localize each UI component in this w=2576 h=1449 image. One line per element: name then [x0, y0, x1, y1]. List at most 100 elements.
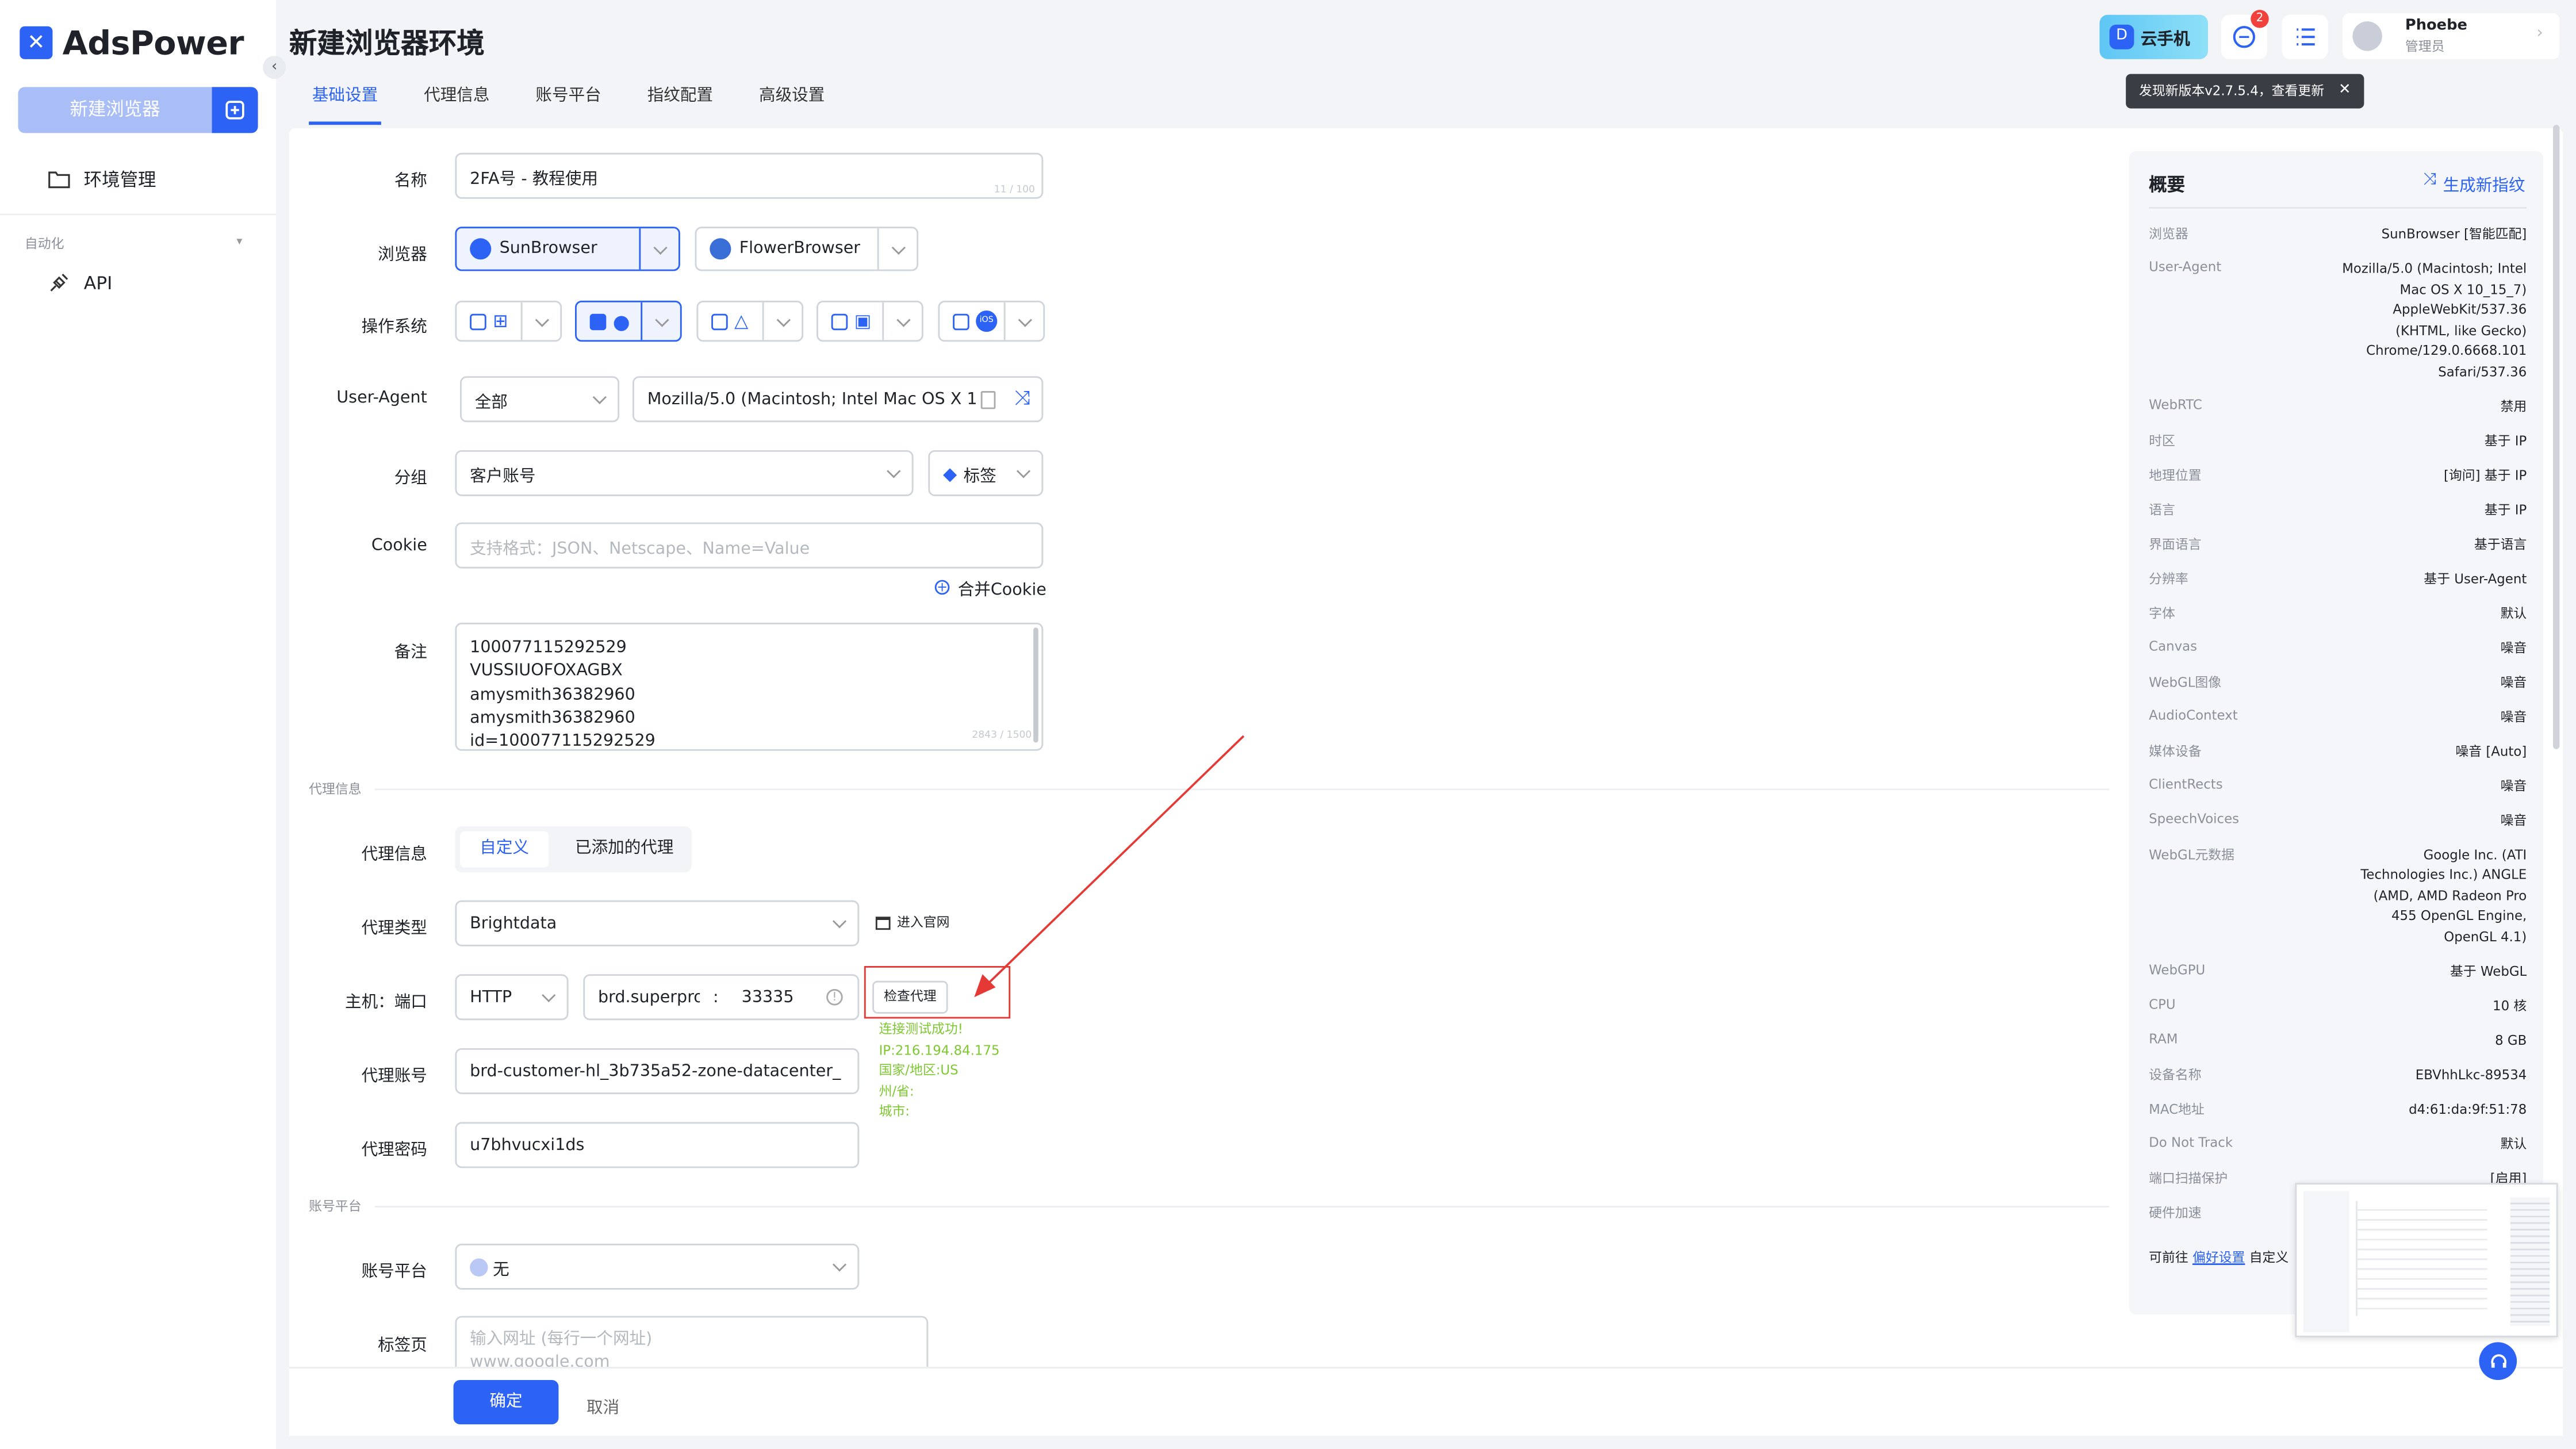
sync-button[interactable]: 2 — [2221, 10, 2269, 59]
os-dropdown[interactable] — [1003, 302, 1044, 340]
proxy-type-value: Brightdata — [470, 914, 557, 933]
summary-value: 8 GB — [2495, 1032, 2527, 1048]
adspower-logo-icon: ✕ — [20, 26, 53, 59]
close-icon[interactable]: ✕ — [2339, 74, 2351, 109]
preference-settings-link[interactable]: 偏好设置 — [2192, 1250, 2245, 1265]
host-port-separator: : — [713, 988, 719, 1006]
remark-textarea[interactable]: 100077115292529 VUSSIUOFOXAGBX amysmith3… — [455, 622, 1044, 751]
external-window-icon — [875, 915, 891, 929]
os-option-android[interactable]: ▣ — [816, 300, 923, 342]
result-line: 国家/地区:US — [879, 1063, 959, 1078]
summary-key: AudioContext — [2149, 707, 2238, 722]
scrollbar[interactable] — [1033, 627, 1038, 743]
os-option-ios[interactable]: iOS — [938, 300, 1045, 342]
name-input[interactable]: 2FA号 - 教程使用 11 / 100 — [455, 152, 1044, 199]
regenerate-fingerprint-button[interactable]: ⤨ 生成新指纹 — [2423, 171, 2525, 195]
checkbox[interactable] — [953, 313, 969, 329]
summary-key: Do Not Track — [2149, 1134, 2233, 1149]
sidebar-item-env-manage[interactable]: 环境管理 — [48, 166, 156, 193]
tab-basic[interactable]: 基础设置 — [289, 72, 401, 125]
sidebar-section-automation[interactable]: 自动化 — [25, 235, 64, 253]
os-option-linux[interactable]: △ — [696, 300, 804, 342]
os-dropdown[interactable] — [762, 302, 802, 340]
tab-added-proxy[interactable]: 已添加的代理 — [560, 831, 688, 868]
checkbox[interactable] — [711, 313, 728, 329]
proxy-type-select[interactable]: Brightdata — [455, 900, 860, 946]
summary-key: 语言 — [2149, 501, 2175, 517]
proxy-account-input[interactable]: brd-customer-hl_3b735a52-zone-datacenter… — [455, 1048, 860, 1094]
summary-value: 噪音 — [2500, 777, 2527, 793]
task-list-button[interactable] — [2282, 14, 2328, 59]
summary-key: WebGL图像 — [2149, 674, 2222, 689]
tab-platform[interactable]: 账号平台 — [512, 72, 624, 122]
os-label: 操作系统 — [361, 319, 427, 337]
shuffle-icon[interactable]: ⤨ — [1014, 386, 1030, 411]
tab-fingerprint[interactable]: 指纹配置 — [624, 72, 736, 122]
screen-thumbnail[interactable] — [2295, 1183, 2558, 1337]
add-icon[interactable] — [212, 87, 258, 133]
tab-advanced[interactable]: 高级设置 — [736, 72, 848, 122]
proxy-password-label: 代理密码 — [361, 1141, 427, 1160]
protocol-value: HTTP — [470, 988, 512, 1006]
summary-key: 界面语言 — [2149, 536, 2202, 551]
os-dropdown[interactable] — [641, 302, 680, 340]
sunbrowser-icon — [470, 238, 492, 260]
tag-button[interactable]: ◆ 标签 — [928, 450, 1044, 496]
customer-support-button[interactable] — [2479, 1342, 2517, 1380]
platform-select[interactable]: 无 — [455, 1243, 860, 1290]
summary-value: 噪音 — [2500, 812, 2527, 827]
tab-custom-proxy[interactable]: 自定义 — [460, 831, 549, 868]
collapse-sidebar-icon[interactable]: ‹ — [263, 56, 286, 79]
user-role: 管理员 — [2405, 39, 2445, 55]
summary-value: 基于 IP — [2484, 432, 2527, 448]
browser-option-flowerbrowser[interactable]: FlowerBrowser — [695, 227, 919, 271]
copy-icon[interactable] — [980, 391, 996, 409]
proxy-mode-switch: 自定义 已添加的代理 — [455, 826, 692, 873]
checkbox[interactable] — [831, 313, 848, 329]
apple-icon: ● — [612, 309, 630, 333]
os-option-macos[interactable]: ● — [575, 300, 682, 342]
cookie-input[interactable]: 支持格式：JSON、Netscape、Name=Value — [455, 522, 1044, 569]
hint-prefix: 可前往 — [2149, 1250, 2188, 1265]
os-option-windows[interactable]: ⊞ — [455, 300, 562, 342]
browser-version-dropdown[interactable] — [639, 228, 678, 270]
checkbox[interactable] — [470, 313, 486, 329]
ua-filter-select[interactable]: 全部 — [460, 376, 620, 423]
tab-bar: 基础设置 代理信息 账号平台 指纹配置 高级设置 — [289, 72, 848, 125]
user-menu[interactable]: Phoebe 管理员 › — [2343, 13, 2560, 59]
result-line: IP:216.194.84.175 — [879, 1042, 1000, 1057]
merge-cookie-button[interactable]: + 合并Cookie — [934, 575, 1046, 600]
protocol-select[interactable]: HTTP — [455, 974, 569, 1021]
host-port-input[interactable]: brd.superpro : 33335 ! — [583, 974, 860, 1021]
summary-key: 设备名称 — [2149, 1067, 2202, 1082]
ios-icon: iOS — [976, 310, 998, 332]
new-browser-button[interactable]: 新建浏览器 — [18, 87, 258, 133]
ua-input[interactable]: Mozilla/5.0 (Macintosh; Intel Mac OS X 1… — [632, 376, 1044, 423]
group-label: 分组 — [394, 470, 427, 488]
page-scrollbar[interactable] — [2553, 125, 2560, 749]
chevron-down-icon[interactable]: ▾ — [236, 235, 242, 248]
update-tooltip[interactable]: 发现新版本v2.7.5.4，查看更新 ✕ — [2126, 74, 2364, 109]
name-label: 名称 — [394, 172, 427, 191]
checkbox[interactable] — [589, 313, 607, 329]
ua-filter-value: 全部 — [474, 393, 508, 412]
sidebar-item-api[interactable]: API — [48, 271, 112, 294]
group-select[interactable]: 客户账号 — [455, 450, 914, 496]
official-site-link[interactable]: 进入官网 — [875, 914, 949, 931]
remark-line: 100077115292529 — [470, 639, 627, 657]
divider — [374, 1206, 2110, 1208]
thumbnail-sidebar — [2303, 1191, 2349, 1333]
info-icon[interactable]: ! — [826, 989, 843, 1006]
summary-key: WebGL元数据 — [2149, 846, 2235, 862]
proxy-password-input[interactable]: u7bhvucxi1ds — [455, 1122, 860, 1168]
os-dropdown[interactable] — [520, 302, 561, 340]
os-dropdown[interactable] — [882, 302, 922, 340]
summary-key: WebRTC — [2149, 397, 2202, 412]
cancel-button[interactable]: 取消 — [586, 1393, 619, 1417]
confirm-button[interactable]: 确定 — [453, 1380, 559, 1425]
browser-option-sunbrowser[interactable]: SunBrowser — [455, 227, 680, 271]
app-logo[interactable]: ✕ AdsPower — [20, 23, 244, 63]
browser-version-dropdown[interactable] — [877, 228, 917, 270]
cloud-phone-button[interactable]: D 云手机 — [2099, 14, 2208, 59]
tab-proxy[interactable]: 代理信息 — [401, 72, 512, 122]
